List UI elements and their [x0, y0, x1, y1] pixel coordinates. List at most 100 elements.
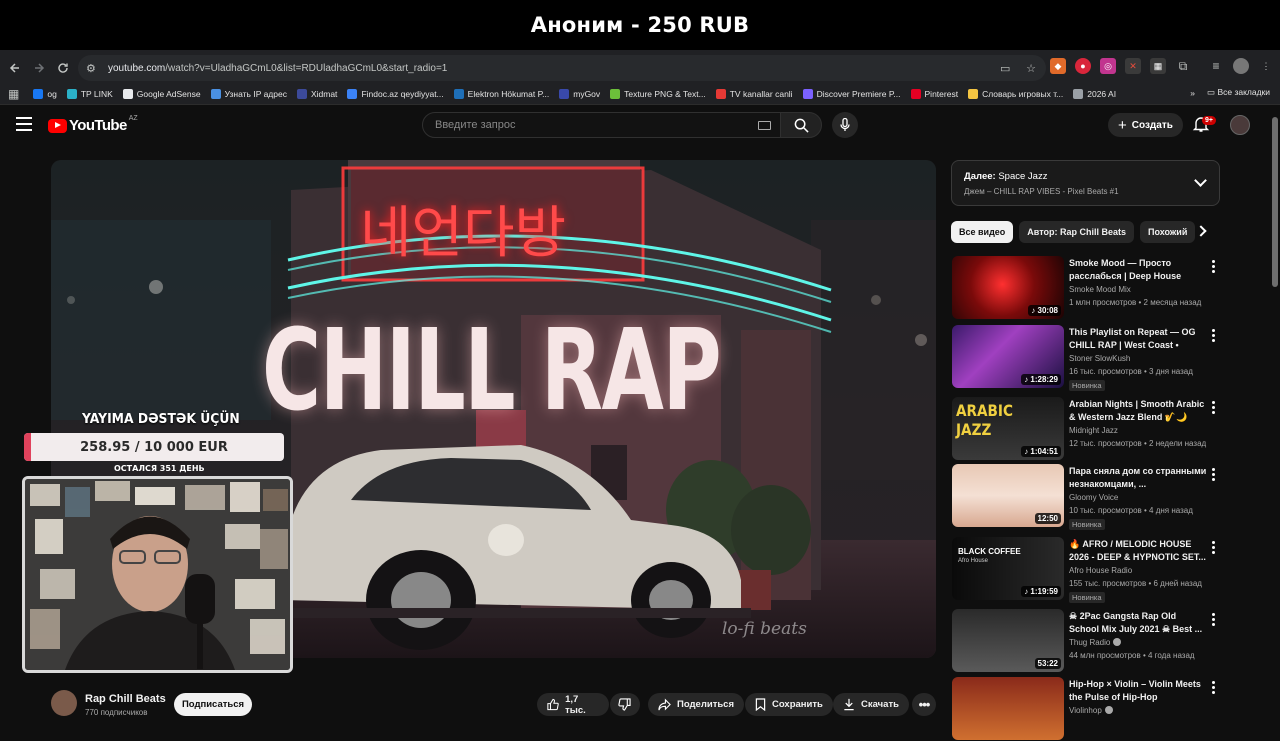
bookmark-item[interactable]: Findoc.az qeydiyyat...: [347, 89, 444, 99]
extension-icon[interactable]: ▦: [1150, 58, 1166, 74]
share-button[interactable]: Поделиться: [648, 693, 745, 716]
more-vert-icon[interactable]: [1212, 613, 1215, 628]
video-title[interactable]: Arabian Nights | Smooth Arabic & Western…: [1069, 398, 1207, 424]
bookmark-item[interactable]: Узнать IP адрес: [210, 89, 287, 99]
extension-icon[interactable]: ◎: [1100, 58, 1116, 74]
video-channel[interactable]: Gloomy Voice: [1069, 493, 1118, 502]
bookmark-item[interactable]: Словарь игровых т...: [968, 89, 1063, 99]
video-title[interactable]: Hip-Hop × Violin – Violin Meets the Puls…: [1069, 678, 1207, 704]
bookmark-item[interactable]: TP LINK: [66, 89, 113, 99]
video-title[interactable]: Smoke Mood — Просто расслабься | Deep Ho…: [1069, 257, 1207, 283]
bookmark-item[interactable]: Discover Premiere P...: [802, 89, 901, 99]
more-vert-icon[interactable]: [1212, 401, 1215, 416]
profile-avatar[interactable]: [1233, 58, 1249, 74]
video-channel[interactable]: Midnight Jazz: [1069, 426, 1118, 435]
bookmark-item[interactable]: myGov: [559, 89, 600, 99]
video-meta: 10 тыс. просмотров • 4 дня назад: [1069, 506, 1193, 515]
apps-grid-icon[interactable]: ▦: [8, 87, 19, 101]
more-actions-button[interactable]: •••: [912, 693, 936, 716]
extension-icon[interactable]: ◆: [1050, 58, 1066, 74]
download-button[interactable]: Скачать: [833, 693, 909, 716]
extension-icon[interactable]: ✕: [1125, 58, 1141, 74]
thumbnail-subtext: Afro House: [958, 558, 989, 564]
puzzle-icon[interactable]: ⧉: [1175, 58, 1191, 74]
reload-button[interactable]: [51, 56, 75, 80]
bookmark-item[interactable]: og: [33, 89, 57, 99]
account-avatar[interactable]: [1230, 115, 1250, 135]
bookmark-item[interactable]: TV kanallar canli: [715, 89, 793, 99]
recommendation-item[interactable]: ♪ 30:08 Smoke Mood — Просто расслабься | …: [952, 256, 1222, 320]
bookmark-item[interactable]: 2026 AI: [1073, 89, 1116, 99]
filter-chip[interactable]: Автор: Rap Chill Beats: [1019, 221, 1135, 243]
dislike-button[interactable]: [610, 693, 640, 716]
menu-icon[interactable]: [16, 117, 32, 131]
video-thumbnail[interactable]: [952, 677, 1064, 740]
chevron-down-icon[interactable]: [1194, 174, 1207, 187]
video-title[interactable]: This Playlist on Repeat — OG CHILL RAP |…: [1069, 326, 1207, 352]
all-bookmarks[interactable]: ▭ Все закладки: [1207, 87, 1270, 98]
goal-amount: 258.95 / 10 000 EUR: [80, 439, 228, 455]
filter-chip[interactable]: Все видео: [951, 221, 1014, 243]
page-scrollbar[interactable]: [1270, 105, 1280, 720]
video-title[interactable]: ☠ 2Pac Gangsta Rap Old School Mix July 2…: [1069, 610, 1207, 636]
bookmark-label: Texture PNG & Text...: [624, 89, 706, 99]
forward-button[interactable]: [27, 56, 51, 80]
search-button[interactable]: [780, 112, 822, 138]
video-channel[interactable]: Stoner SlowKush: [1069, 354, 1130, 363]
extension-icon[interactable]: ●: [1075, 58, 1091, 74]
install-app-icon[interactable]: ▭: [1000, 62, 1010, 75]
bookmark-item[interactable]: Google AdSense: [122, 89, 201, 99]
video-channel[interactable]: Afro House Radio: [1069, 566, 1132, 575]
more-vert-icon[interactable]: [1212, 329, 1215, 344]
bookmark-star-icon[interactable]: ☆: [1026, 62, 1036, 75]
save-button[interactable]: Сохранить: [745, 693, 833, 716]
video-title[interactable]: Пара сняла дом со странными незнакомцами…: [1069, 465, 1207, 491]
voice-search-button[interactable]: [832, 112, 858, 138]
video-channel[interactable]: Smoke Mood Mix: [1069, 285, 1131, 294]
video-thumbnail[interactable]: ♪ 30:08: [952, 256, 1064, 319]
video-thumbnail[interactable]: 12:50: [952, 464, 1064, 527]
channel-avatar[interactable]: [51, 690, 77, 716]
site-info-icon[interactable]: ⚙: [86, 62, 104, 75]
more-vert-icon[interactable]: [1212, 681, 1215, 696]
subscribe-button[interactable]: Подписаться: [174, 693, 252, 716]
recommendation-item[interactable]: Hip-Hop × Violin – Violin Meets the Puls…: [952, 677, 1222, 741]
menu-dots-icon[interactable]: ⋮: [1258, 58, 1274, 74]
video-title[interactable]: 🔥 AFRO / MELODIC HOUSE 2026 - DEEP & HYP…: [1069, 538, 1207, 564]
create-button[interactable]: + Создать: [1108, 113, 1183, 137]
mic-icon: [840, 118, 850, 131]
back-button[interactable]: [3, 56, 27, 80]
more-bookmarks-icon[interactable]: »: [1190, 88, 1195, 98]
address-bar[interactable]: ⚙ youtube.com/watch?v=UladhaGCmL0&list=R…: [78, 55, 1046, 81]
recommendation-item[interactable]: ♪ 1:28:29 This Playlist on Repeat — OG CH…: [952, 325, 1222, 391]
more-vert-icon[interactable]: [1212, 541, 1215, 556]
bookmark-item[interactable]: Pinterest: [910, 89, 958, 99]
bookmark-item[interactable]: Xidmat: [296, 89, 337, 99]
keyboard-icon[interactable]: [758, 121, 771, 130]
recommendation-item[interactable]: ARABIC JAZZ ♪ 1:04:51 Arabian Nights | Smo…: [952, 397, 1222, 461]
filter-chip[interactable]: Похожий: [1140, 221, 1196, 243]
more-vert-icon[interactable]: [1212, 260, 1215, 275]
video-thumbnail[interactable]: ♪ 1:28:29: [952, 325, 1064, 388]
more-vert-icon[interactable]: [1212, 468, 1215, 483]
channel-name[interactable]: Rap Chill Beats: [85, 693, 166, 705]
recommendation-item[interactable]: 12:50 Пара сняла дом со странными незнако…: [952, 464, 1222, 530]
youtube-logo[interactable]: YouTube AZ: [48, 115, 138, 134]
search-input[interactable]: [435, 119, 735, 131]
video-thumbnail[interactable]: ARABIC JAZZ ♪ 1:04:51: [952, 397, 1064, 460]
like-button[interactable]: 1,7 тыс.: [537, 693, 609, 716]
video-meta: 16 тыс. просмотров • 3 дня назад: [1069, 367, 1193, 376]
new-badge: Новинка: [1069, 380, 1105, 391]
bookmark-label: og: [47, 89, 57, 99]
recommendation-item[interactable]: BLACK COFFEE Afro House ♪ 1:19:59 🔥 AFRO / …: [952, 537, 1222, 603]
video-thumbnail[interactable]: 53:22: [952, 609, 1064, 672]
video-channel[interactable]: Violinhop: [1069, 706, 1113, 715]
bookmark-item[interactable]: Texture PNG & Text...: [610, 89, 706, 99]
media-icon[interactable]: ≡: [1208, 58, 1224, 74]
video-channel[interactable]: Thug Radio: [1069, 638, 1122, 647]
recommendation-item[interactable]: 53:22 ☠ 2Pac Gangsta Rap Old School Mix J…: [952, 609, 1222, 673]
video-thumbnail[interactable]: BLACK COFFEE Afro House ♪ 1:19:59: [952, 537, 1064, 600]
bookmark-item[interactable]: Elektron Hökumat P...: [453, 89, 549, 99]
up-next-panel[interactable]: Далее: Space Jazz Джем – CHILL RAP VIBES…: [951, 160, 1220, 206]
favicon-icon: [210, 89, 221, 99]
